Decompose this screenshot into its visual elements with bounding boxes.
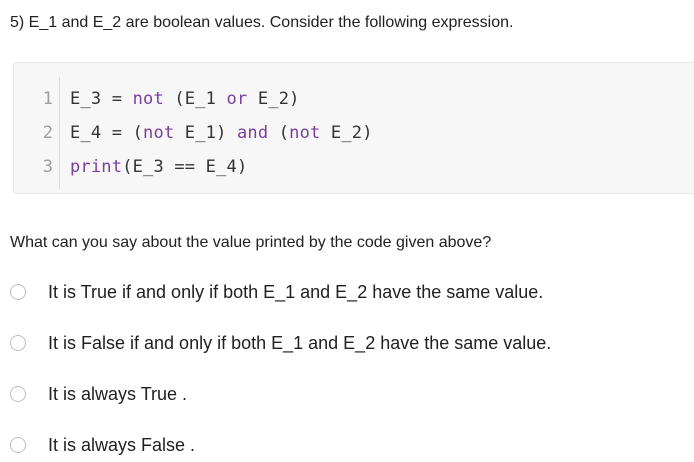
code-token: E_3 =	[70, 89, 133, 109]
question-prompt: What can you say about the value printed…	[10, 234, 492, 251]
code-token: (E_1	[163, 89, 227, 109]
code-keyword: not	[132, 89, 164, 109]
code-token: E_1)	[174, 123, 237, 143]
answer-option-4[interactable]: It is always False .	[10, 434, 680, 460]
question-title: 5) E_1 and E_2 are boolean values. Consi…	[10, 14, 514, 31]
code-token: E_4 = (	[70, 123, 144, 143]
code-token: E_2)	[320, 123, 373, 143]
gutter-divider	[59, 77, 60, 189]
code-token: E_2)	[247, 89, 300, 109]
code-keyword: not	[143, 123, 175, 143]
option-label[interactable]: It is always False .	[48, 434, 195, 456]
radio-button[interactable]	[10, 335, 26, 351]
code-token: (	[268, 123, 290, 143]
option-label[interactable]: It is True if and only if both E_1 and E…	[48, 281, 543, 303]
option-label[interactable]: It is always True .	[48, 383, 187, 405]
code-line-3: print(E_3 == E_4)	[70, 149, 247, 185]
code-keyword: print	[70, 157, 123, 177]
code-token: (E_3 == E_4)	[122, 157, 248, 177]
code-line-2: E_4 = (not E_1) and (not E_2)	[70, 115, 373, 151]
radio-button[interactable]	[10, 437, 26, 453]
code-block: 1 2 3 E_3 = not (E_1 or E_2) E_4 = (not …	[13, 62, 694, 194]
code-gutter: 1 2 3	[14, 63, 59, 193]
code-line-1: E_3 = not (E_1 or E_2)	[70, 81, 300, 117]
line-number: 1	[42, 89, 53, 109]
code-keyword: or	[226, 89, 248, 109]
line-number: 2	[42, 123, 53, 143]
answer-option-1[interactable]: It is True if and only if both E_1 and E…	[10, 281, 680, 307]
line-number: 3	[42, 157, 53, 177]
option-label[interactable]: It is False if and only if both E_1 and …	[48, 332, 551, 354]
answer-option-3[interactable]: It is always True .	[10, 383, 680, 409]
radio-button[interactable]	[10, 284, 26, 300]
code-keyword: not	[289, 123, 321, 143]
radio-button[interactable]	[10, 386, 26, 402]
answer-option-2[interactable]: It is False if and only if both E_1 and …	[10, 332, 680, 358]
code-keyword: and	[236, 123, 269, 143]
